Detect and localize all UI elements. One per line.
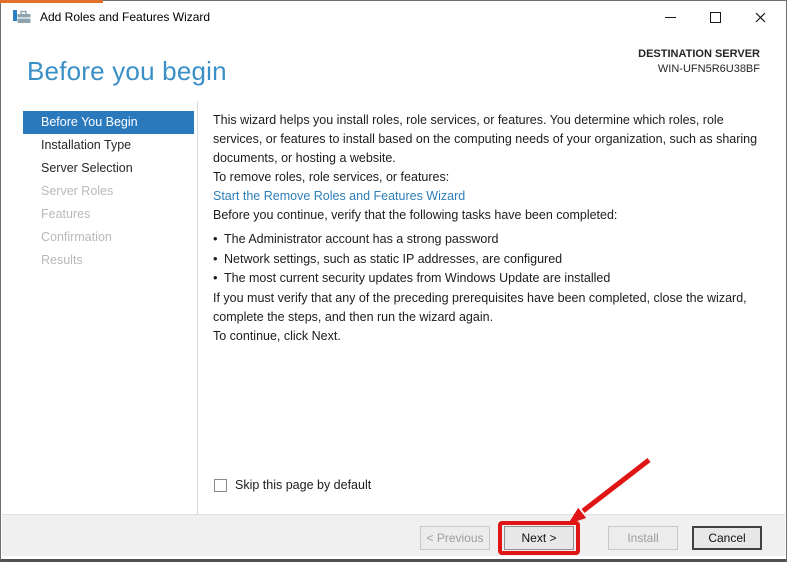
destination-server-block: DESTINATION SERVER WIN-UFN5R6U38BF bbox=[638, 47, 760, 77]
titlebar: Add Roles and Features Wizard bbox=[2, 2, 785, 32]
minimize-button[interactable] bbox=[648, 2, 693, 32]
remove-wizard-link[interactable]: Start the Remove Roles and Features Wiza… bbox=[213, 189, 465, 203]
prerequisite-item: The most current security updates from W… bbox=[213, 268, 773, 289]
prerequisite-item: Network settings, such as static IP addr… bbox=[213, 249, 773, 270]
install-button: Install bbox=[608, 526, 678, 550]
top-edge-artifact bbox=[0, 0, 103, 3]
cancel-button[interactable]: Cancel bbox=[692, 526, 762, 550]
note-text: If you must verify that any of the prece… bbox=[213, 290, 747, 324]
window-title: Add Roles and Features Wizard bbox=[40, 10, 211, 24]
wizard-header: Before you begin DESTINATION SERVER WIN-… bbox=[2, 32, 785, 100]
maximize-icon bbox=[710, 11, 721, 23]
sidebar-item-server-selection[interactable]: Server Selection bbox=[23, 157, 194, 180]
remove-heading: To remove roles, role services, or featu… bbox=[213, 170, 450, 184]
sidebar-item-installation-type[interactable]: Installation Type bbox=[23, 134, 194, 157]
page-title: Before you begin bbox=[27, 56, 227, 86]
previous-button: < Previous bbox=[420, 526, 490, 550]
wizard-content: This wizard helps you install roles, rol… bbox=[213, 111, 773, 346]
destination-server-label: DESTINATION SERVER bbox=[638, 48, 760, 60]
wizard-footer: < Previous Next > Install Cancel bbox=[2, 514, 785, 556]
sidebar-item-server-roles: Server Roles bbox=[41, 184, 114, 198]
wizard-steps-sidebar: Before You Begin Installation Type Serve… bbox=[23, 111, 194, 272]
sidebar-separator bbox=[197, 101, 198, 516]
close-button[interactable] bbox=[738, 2, 783, 32]
close-icon bbox=[755, 12, 766, 22]
skip-page-label[interactable]: Skip this page by default bbox=[235, 478, 371, 492]
intro-text: This wizard helps you install roles, rol… bbox=[213, 113, 758, 165]
maximize-button[interactable] bbox=[693, 2, 738, 32]
wizard-window: Add Roles and Features Wizard Before you… bbox=[0, 0, 787, 562]
minimize-icon bbox=[665, 16, 676, 18]
sidebar-item-confirmation: Confirmation bbox=[41, 230, 112, 244]
next-button[interactable]: Next > bbox=[504, 526, 574, 550]
app-icon bbox=[13, 9, 31, 25]
continue-text: To continue, click Next. bbox=[213, 328, 341, 343]
skip-page-row[interactable]: Skip this page by default bbox=[214, 478, 371, 492]
prerequisite-list: The Administrator account has a strong p… bbox=[213, 229, 773, 289]
sidebar-item-before-you-begin[interactable]: Before You Begin bbox=[23, 111, 194, 134]
prerequisite-item: The Administrator account has a strong p… bbox=[213, 229, 773, 250]
destination-server-name: WIN-UFN5R6U38BF bbox=[657, 63, 760, 75]
verify-heading: Before you continue, verify that the fol… bbox=[213, 208, 618, 222]
sidebar-item-features: Features bbox=[41, 207, 91, 221]
skip-page-checkbox[interactable] bbox=[214, 478, 227, 492]
sidebar-item-results: Results bbox=[41, 253, 83, 267]
